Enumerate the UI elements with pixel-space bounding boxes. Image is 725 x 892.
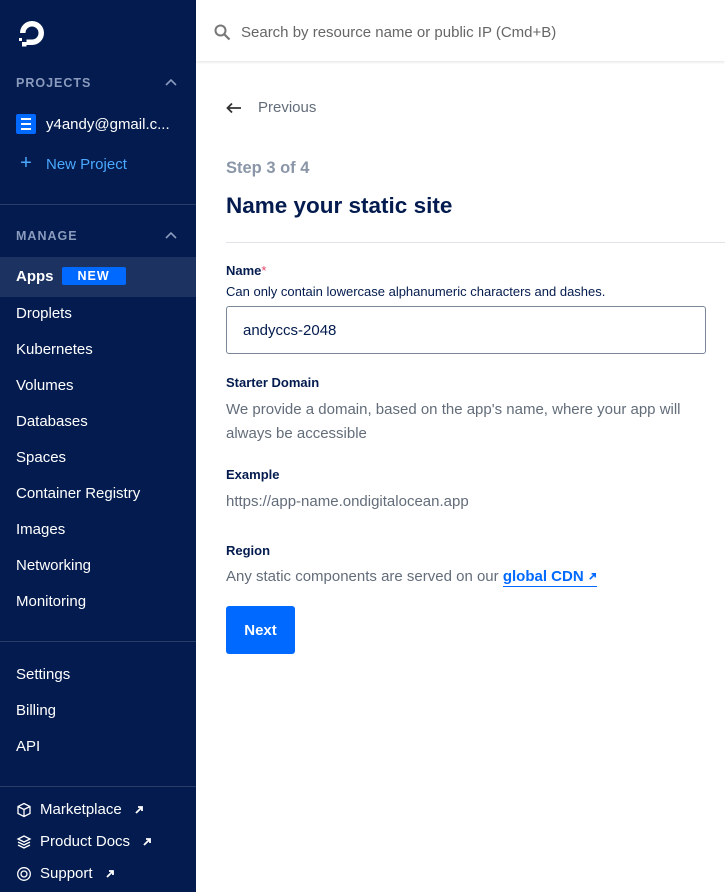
required-mark: * [261,263,267,278]
sidebar-item-databases[interactable]: Databases [16,413,88,430]
global-cdn-link[interactable]: global CDN [502,568,597,587]
name-label-text: Name [226,263,262,278]
page-title: Name your static site [226,193,453,218]
sidebar-item-networking[interactable]: Networking [16,557,91,574]
project-icon [16,114,36,134]
product-docs-label: Product Docs [40,833,131,850]
sidebar-item-volumes[interactable]: Volumes [16,377,74,394]
sidebar-divider [0,786,196,787]
lifebuoy-icon [17,866,31,881]
global-cdn-label: global CDN [502,568,584,585]
search-input[interactable] [241,18,711,46]
region-description: Any static components are served on our … [226,565,597,589]
example-value: https://app-name.ondigitalocean.app [226,493,469,510]
arrow-left-icon [226,102,241,113]
name-label: Name* [226,263,266,278]
sidebar-item-settings[interactable]: Settings [16,666,70,683]
name-input[interactable] [226,306,706,354]
external-link-icon [105,869,114,878]
name-hint: Can only contain lowercase alphanumeric … [226,284,606,299]
new-project-link[interactable]: + New Project [16,152,127,175]
sidebar-divider [0,641,196,642]
divider [226,242,725,243]
marketplace-label: Marketplace [40,801,122,818]
sidebar-item-monitoring[interactable]: Monitoring [16,593,86,610]
step-indicator: Step 3 of 4 [226,159,310,177]
external-link-icon [588,572,596,580]
cube-icon [17,802,31,817]
apps-label: Apps [16,268,54,285]
manage-heading: MANAGE [16,229,78,243]
chevron-up-icon[interactable] [165,78,177,86]
external-link-icon [135,805,143,814]
digitalocean-logo-icon[interactable] [17,18,47,48]
project-item[interactable]: y4andy@gmail.c... [16,114,170,134]
sidebar-item-images[interactable]: Images [16,521,65,538]
sidebar-item-droplets[interactable]: Droplets [16,305,72,322]
sidebar-item-kubernetes[interactable]: Kubernetes [16,341,93,358]
new-badge: NEW [61,267,126,285]
starter-domain-label: Starter Domain [226,375,320,390]
chevron-up-icon[interactable] [165,231,177,239]
next-button[interactable]: Next [226,606,295,654]
search-icon [214,24,231,41]
sidebar-divider [0,204,196,205]
project-name: y4andy@gmail.c... [46,115,170,133]
projects-heading: PROJECTS [16,76,92,90]
external-link-icon [143,837,151,846]
plus-icon: + [20,152,32,174]
sidebar-item-apps-label[interactable]: Apps NEW [16,267,126,285]
sidebar-item-support[interactable]: Support [16,865,115,882]
sidebar-item-product-docs[interactable]: Product Docs [16,833,152,850]
layers-icon [16,834,32,849]
example-label: Example [226,467,280,482]
sidebar-item-billing[interactable]: Billing [16,702,56,719]
new-project-label: New Project [46,156,127,173]
sidebar-item-container-registry[interactable]: Container Registry [16,485,140,502]
sidebar-item-spaces[interactable]: Spaces [16,449,66,466]
starter-domain-description: We provide a domain, based on the app's … [226,401,681,442]
region-description-text: Any static components are served on our [226,568,499,585]
top-bar [196,0,725,61]
region-label: Region [226,543,271,558]
sidebar: PROJECTS y4andy@gmail.c... + New Project… [0,0,196,892]
support-label: Support [40,865,93,882]
previous-link[interactable]: Previous [226,99,316,116]
sidebar-item-marketplace[interactable]: Marketplace [16,801,144,818]
previous-label: Previous [258,99,317,116]
sidebar-item-api[interactable]: API [16,738,40,755]
